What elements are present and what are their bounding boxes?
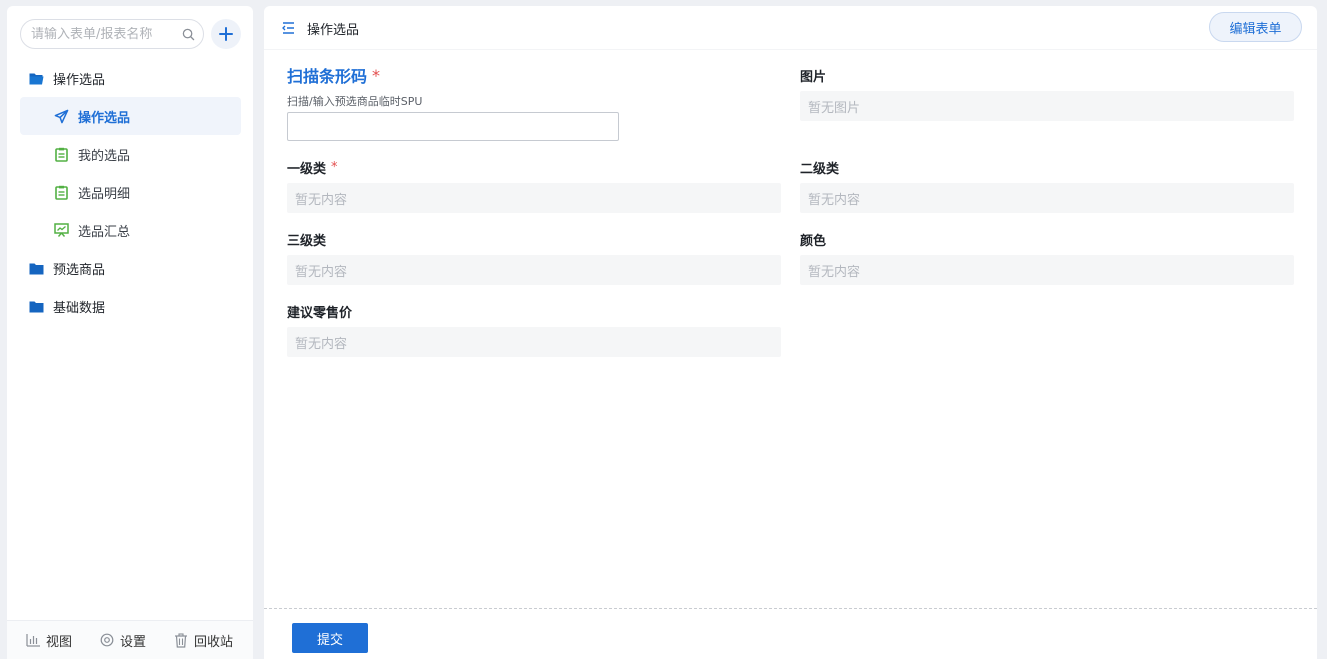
required-mark: * bbox=[331, 159, 338, 175]
folder-icon bbox=[28, 298, 44, 314]
sidebar-nav: 操作选品 操作选品 我的选品 选品明细 选品汇总 预选商品 基础数据 bbox=[20, 59, 241, 325]
category3-value-box: 暂无内容 bbox=[287, 255, 781, 285]
image-label: 图片 bbox=[800, 69, 827, 85]
view-button[interactable]: 视图 bbox=[25, 631, 72, 650]
main-panel: 操作选品 编辑表单 扫描条形码 * 扫描/输入预选商品临时SPU 图片 暂无图片… bbox=[264, 6, 1317, 659]
barcode-label: 扫描条形码 * bbox=[287, 65, 781, 87]
trash-label: 回收站 bbox=[194, 634, 234, 650]
category2-value-box: 暂无内容 bbox=[800, 183, 1294, 213]
footer-divider bbox=[264, 608, 1317, 609]
category1-label: 一级类 * bbox=[287, 158, 781, 177]
chart-board-icon bbox=[53, 222, 69, 238]
nav-label: 基础数据 bbox=[53, 300, 106, 316]
folder-icon bbox=[28, 260, 44, 276]
retail-price-field: 建议零售价 暂无内容 bbox=[287, 302, 781, 357]
barcode-label-text: 扫描条形码 bbox=[287, 67, 368, 86]
settings-label: 设置 bbox=[120, 634, 147, 650]
bar-chart-icon bbox=[25, 632, 41, 648]
nav-group-preselected-goods[interactable]: 预选商品 bbox=[20, 249, 241, 287]
color-field: 颜色 暂无内容 bbox=[800, 230, 1294, 285]
image-field: 图片 暂无图片 bbox=[800, 66, 1294, 121]
trash-button[interactable]: 回收站 bbox=[173, 631, 233, 650]
barcode-field: 扫描条形码 * 扫描/输入预选商品临时SPU bbox=[287, 66, 781, 141]
category3-field: 三级类 暂无内容 bbox=[287, 230, 781, 285]
category2-field: 二级类 暂无内容 bbox=[800, 158, 1294, 213]
nav-item-selection-detail[interactable]: 选品明细 bbox=[20, 173, 241, 211]
edit-form-button[interactable]: 编辑表单 bbox=[1209, 12, 1302, 42]
settings-icon bbox=[99, 632, 115, 648]
nav-item-operate-selection[interactable]: 操作选品 bbox=[20, 97, 241, 135]
nav-group-basic-data[interactable]: 基础数据 bbox=[20, 287, 241, 325]
settings-button[interactable]: 设置 bbox=[99, 631, 146, 650]
search-input[interactable] bbox=[31, 26, 181, 42]
nav-item-my-selection[interactable]: 我的选品 bbox=[20, 135, 241, 173]
nav-group-operate-selection[interactable]: 操作选品 bbox=[20, 59, 241, 97]
category2-label: 二级类 bbox=[800, 161, 840, 177]
plus-icon bbox=[219, 27, 233, 41]
trash-icon bbox=[173, 632, 189, 648]
clipboard-icon bbox=[53, 146, 69, 162]
nav-label: 预选商品 bbox=[53, 262, 106, 278]
add-form-button[interactable] bbox=[211, 19, 241, 49]
sidebar-search-row bbox=[20, 19, 241, 49]
nav-label: 操作选品 bbox=[53, 72, 106, 88]
clipboard-icon bbox=[53, 184, 69, 200]
category1-field: 一级类 * 暂无内容 bbox=[287, 158, 781, 213]
nav-label: 操作选品 bbox=[78, 110, 131, 126]
submit-button[interactable]: 提交 bbox=[292, 623, 368, 653]
search-icon[interactable] bbox=[181, 27, 195, 41]
barcode-input[interactable] bbox=[287, 112, 619, 141]
image-placeholder-box: 暂无图片 bbox=[800, 91, 1294, 121]
color-label: 颜色 bbox=[800, 233, 827, 249]
category1-label-text: 一级类 bbox=[287, 161, 327, 177]
view-label: 视图 bbox=[46, 634, 73, 650]
color-value-box: 暂无内容 bbox=[800, 255, 1294, 285]
send-icon bbox=[53, 108, 69, 124]
page-title: 操作选品 bbox=[307, 23, 360, 38]
folder-open-icon bbox=[28, 70, 44, 86]
sidebar: 操作选品 操作选品 我的选品 选品明细 选品汇总 bbox=[7, 6, 253, 659]
nav-label: 我的选品 bbox=[78, 148, 131, 164]
nav-label: 选品汇总 bbox=[78, 224, 131, 240]
sidebar-footer: 视图 设置 回收站 bbox=[7, 620, 253, 659]
barcode-hint: 扫描/输入预选商品临时SPU bbox=[287, 95, 423, 108]
category1-value-box: 暂无内容 bbox=[287, 183, 781, 213]
topbar: 操作选品 编辑表单 bbox=[264, 6, 1317, 50]
collapse-menu-icon[interactable] bbox=[280, 20, 296, 36]
category3-label: 三级类 bbox=[287, 233, 327, 249]
search-box[interactable] bbox=[20, 19, 204, 49]
retail-price-label: 建议零售价 bbox=[287, 305, 353, 321]
retail-price-value-box: 暂无内容 bbox=[287, 327, 781, 357]
required-mark: * bbox=[372, 65, 381, 85]
nav-label: 选品明细 bbox=[78, 186, 131, 202]
nav-item-selection-summary[interactable]: 选品汇总 bbox=[20, 211, 241, 249]
